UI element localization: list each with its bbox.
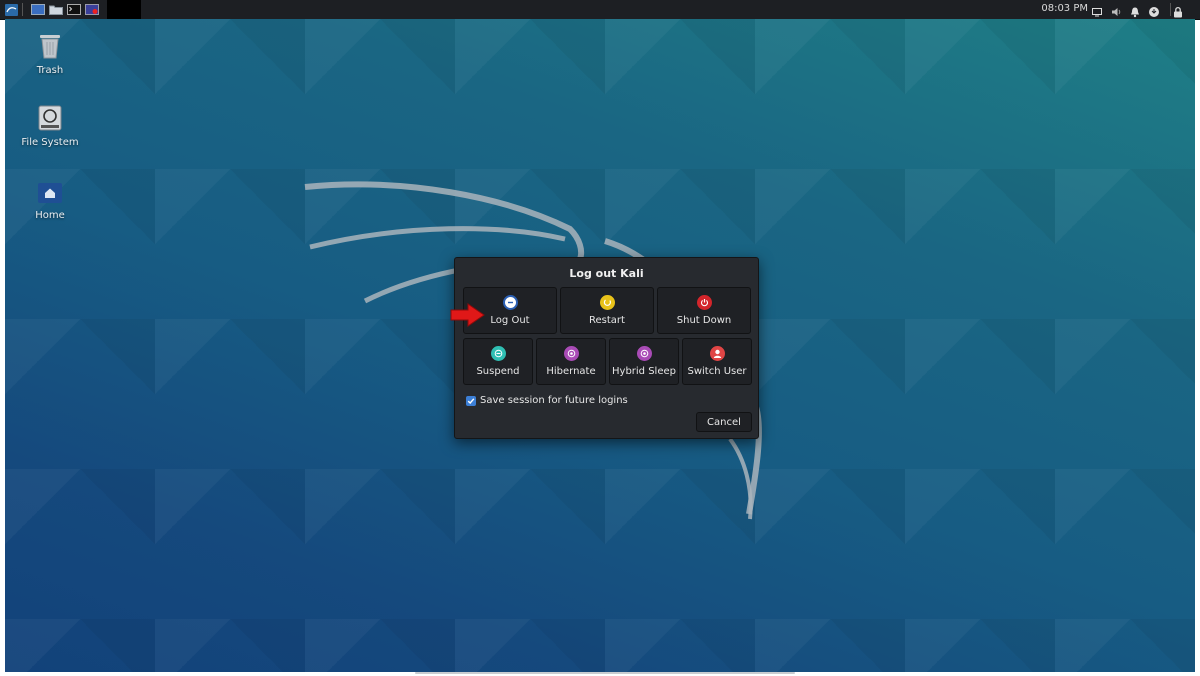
switch-user-icon <box>709 346 725 361</box>
trash-icon <box>10 33 90 62</box>
clock[interactable]: 08:03 PM <box>1041 3 1088 14</box>
suspend-icon <box>490 346 506 361</box>
log-out-icon <box>502 295 518 310</box>
hybrid-sleep-button[interactable]: Hybrid Sleep <box>609 338 679 385</box>
suspend-label: Suspend <box>476 366 520 377</box>
save-session-row: Save session for future logins <box>466 395 628 406</box>
task-area[interactable] <box>107 0 141 19</box>
pointer-arrow-annotation <box>450 303 485 327</box>
cancel-button[interactable]: Cancel <box>696 412 752 432</box>
hibernate-icon <box>563 346 579 361</box>
hybrid-sleep-label: Hybrid Sleep <box>612 366 676 377</box>
log-out-label: Log Out <box>490 315 530 326</box>
lock-icon[interactable] <box>1172 3 1184 18</box>
hibernate-label: Hibernate <box>546 366 596 377</box>
switch-user-button[interactable]: Switch User <box>682 338 752 385</box>
hybrid-sleep-icon <box>636 346 652 361</box>
drive-icon <box>10 105 90 134</box>
desktop-icon-trash[interactable]: Trash <box>10 33 90 76</box>
suspend-button[interactable]: Suspend <box>463 338 533 385</box>
top-panel: 08:03 PM <box>0 0 1200 20</box>
switch-user-label: Switch User <box>687 366 747 377</box>
display-icon[interactable] <box>1091 3 1103 17</box>
screen-recorder-icon[interactable] <box>85 3 99 16</box>
kali-menu-icon[interactable] <box>4 3 18 16</box>
desktop-icon-home[interactable]: Home <box>10 182 90 221</box>
dialog-title: Log out Kali <box>569 267 644 280</box>
desktop-icon[interactable] <box>31 3 45 16</box>
save-session-label[interactable]: Save session for future logins <box>480 395 628 406</box>
restart-button[interactable]: Restart <box>560 287 654 334</box>
shut-down-label: Shut Down <box>676 315 732 326</box>
desktop-icon-label: Home <box>35 210 65 221</box>
desktop-icon-label: File System <box>21 137 79 148</box>
restart-label: Restart <box>589 315 625 326</box>
save-session-checkbox[interactable] <box>466 395 476 406</box>
shut-down-icon <box>696 295 712 310</box>
logout-dialog: Log out Kali Log Out Restart Shut Down S… <box>454 257 759 439</box>
bottom-scroll-indicator <box>415 672 795 674</box>
file-manager-icon[interactable] <box>49 3 63 16</box>
panel-separator <box>1170 3 1171 16</box>
shut-down-button[interactable]: Shut Down <box>657 287 751 334</box>
desktop-icon-label: Trash <box>36 65 64 76</box>
power-manager-icon[interactable] <box>1148 3 1160 17</box>
panel-separator <box>22 3 23 16</box>
restart-icon <box>599 295 615 310</box>
hibernate-button[interactable]: Hibernate <box>536 338 606 385</box>
home-folder-icon <box>10 182 90 207</box>
terminal-icon[interactable] <box>67 3 81 16</box>
bell-icon[interactable] <box>1129 3 1141 18</box>
desktop-icon-file-system[interactable]: File System <box>10 105 90 148</box>
volume-icon[interactable] <box>1111 3 1123 16</box>
